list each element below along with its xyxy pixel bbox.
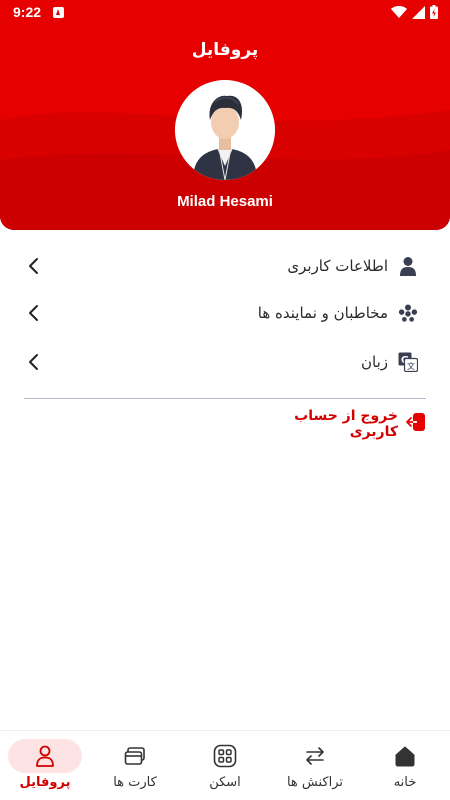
bottom-navigation: پروفایل کارت ها اسکن تراکنش ها خانه bbox=[0, 730, 450, 800]
user-name: Milad Hesami bbox=[177, 193, 273, 210]
menu-item-label: زبان bbox=[360, 353, 388, 371]
profile-icon bbox=[36, 745, 54, 767]
page-title: پروفایل bbox=[191, 40, 259, 60]
status-bar: 9:22 bbox=[0, 0, 450, 26]
nav-tab-cards[interactable]: کارت ها bbox=[92, 739, 178, 795]
logout-button[interactable]: خروج از حساب کاربری bbox=[250, 408, 426, 440]
menu-item-label: مخاطبان و نماینده ها bbox=[257, 304, 388, 322]
cards-icon bbox=[124, 747, 145, 765]
nav-tab-label: اسکن bbox=[209, 775, 241, 790]
chevron-left-icon bbox=[29, 354, 38, 370]
system-icons bbox=[391, 5, 438, 19]
svg-text:文: 文 bbox=[407, 361, 415, 371]
avatar[interactable] bbox=[175, 80, 275, 180]
wifi-icon bbox=[391, 6, 407, 18]
menu-divider bbox=[24, 398, 426, 399]
nav-tab-scan[interactable]: اسکن bbox=[182, 739, 268, 795]
logout-label: خروج از حساب کاربری bbox=[294, 408, 398, 440]
user-icon bbox=[398, 256, 418, 276]
menu-item-language[interactable]: زبان G 文 bbox=[24, 342, 418, 382]
menu-item-user-info[interactable]: اطلاعات کاربری bbox=[24, 246, 418, 286]
nav-tab-label: پروفایل bbox=[19, 775, 71, 790]
nav-tab-transactions[interactable]: تراکنش ها bbox=[272, 739, 358, 795]
transactions-icon bbox=[306, 747, 324, 765]
nav-tab-label: خانه bbox=[393, 775, 417, 790]
nav-tab-home[interactable]: خانه bbox=[362, 739, 448, 795]
avatar-illustration bbox=[175, 80, 275, 180]
menu-item-label: اطلاعات کاربری bbox=[287, 257, 388, 275]
logout-icon bbox=[404, 411, 426, 437]
nav-tab-profile[interactable]: پروفایل bbox=[2, 739, 88, 795]
scan-icon bbox=[213, 744, 237, 768]
status-time: 9:22 bbox=[13, 4, 42, 20]
signal-icon bbox=[412, 5, 425, 19]
battery-icon bbox=[430, 5, 438, 19]
chevron-left-icon bbox=[29, 305, 38, 321]
translate-icon: G 文 bbox=[398, 352, 418, 372]
nav-tab-label: کارت ها bbox=[113, 775, 157, 790]
menu-item-contacts[interactable]: مخاطبان و نماینده ها bbox=[24, 293, 418, 333]
chevron-left-icon bbox=[29, 258, 38, 274]
profile-header: 9:22 پروفایل Milad Hesami bbox=[0, 0, 450, 230]
contacts-icon bbox=[398, 303, 418, 323]
nav-tab-label: تراکنش ها bbox=[286, 775, 344, 790]
notification-icon bbox=[53, 7, 64, 18]
home-icon bbox=[395, 746, 415, 767]
